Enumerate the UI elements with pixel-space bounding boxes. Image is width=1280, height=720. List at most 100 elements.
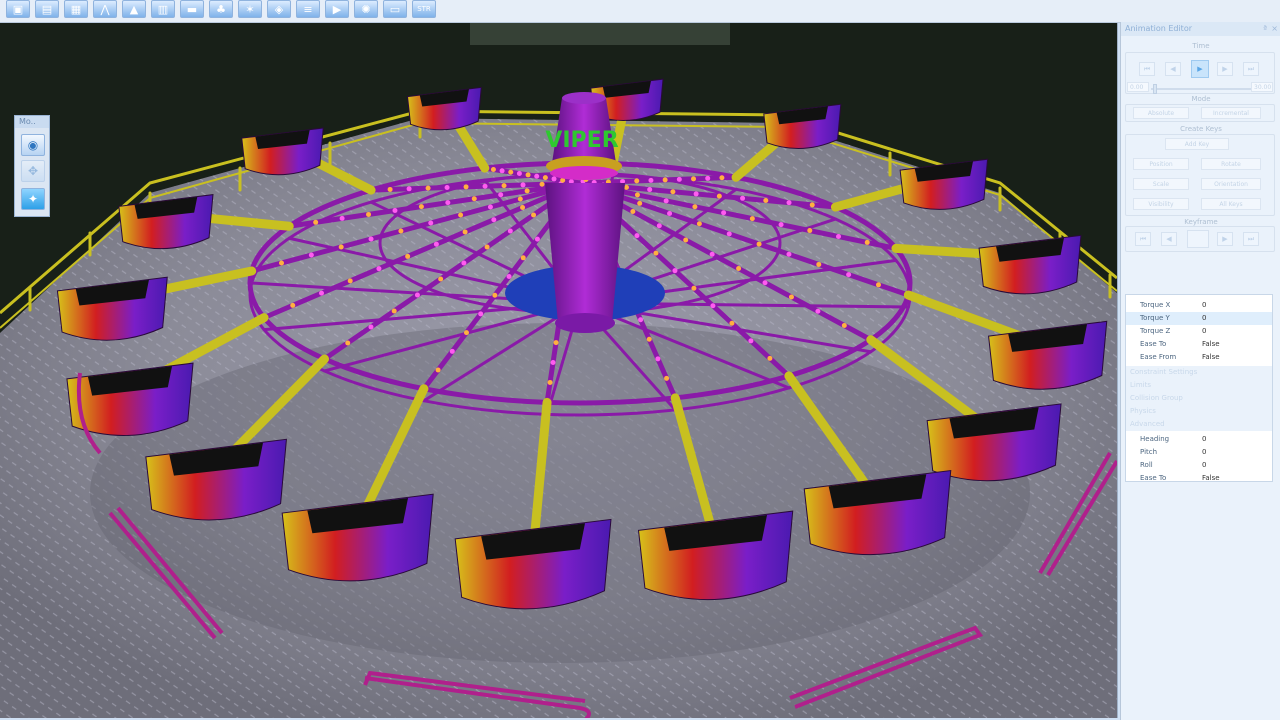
prev-key-icon[interactable]: ◀ xyxy=(1161,232,1177,246)
first-key-icon[interactable]: ⏮ xyxy=(1135,232,1151,246)
tree-icon[interactable]: ♣ xyxy=(209,0,233,18)
spoke-light xyxy=(524,188,530,194)
step-back-icon[interactable]: ◀ xyxy=(1165,62,1181,76)
time-start-field[interactable]: 0.00 xyxy=(1127,82,1149,92)
property-key: Torque Z xyxy=(1140,327,1171,335)
light-icon[interactable]: ✶ xyxy=(238,0,262,18)
key-rotate-button[interactable]: Rotate xyxy=(1201,158,1261,170)
move-icon[interactable]: ✥ xyxy=(21,160,45,182)
spoke-light xyxy=(664,375,670,381)
key-visibility-button[interactable]: Visibility xyxy=(1133,198,1189,210)
spoke-light xyxy=(414,292,420,298)
spoke-light xyxy=(691,285,697,291)
last-key-icon[interactable]: ⏭ xyxy=(1243,232,1259,246)
spoke-light xyxy=(313,219,319,225)
spoke-light xyxy=(778,222,784,228)
spoke-light xyxy=(696,221,702,227)
property-row[interactable]: Pitch 0 xyxy=(1126,446,1272,459)
path-icon[interactable]: ◈ xyxy=(267,0,291,18)
next-key-icon[interactable]: ▶ xyxy=(1217,232,1233,246)
grid-icon[interactable]: ▦ xyxy=(64,0,88,18)
film-icon[interactable]: ▶ xyxy=(325,0,349,18)
property-value[interactable]: False xyxy=(1202,338,1220,351)
spoke-light xyxy=(637,200,643,206)
spoke-light xyxy=(490,166,496,172)
property-row[interactable]: Torque Z 0 xyxy=(1126,325,1272,338)
property-row[interactable]: Heading 0 xyxy=(1126,433,1272,446)
spoke-light xyxy=(692,204,698,210)
spoke-light xyxy=(634,192,640,198)
time-slider-thumb[interactable] xyxy=(1153,84,1157,94)
window-icon[interactable]: ▭ xyxy=(383,0,407,18)
spoke-light xyxy=(501,183,507,189)
vehicle-icon[interactable]: ▬ xyxy=(180,0,204,18)
list-icon[interactable]: ≡ xyxy=(296,0,320,18)
time-end-field[interactable]: 30.00 xyxy=(1251,82,1273,92)
current-key-field[interactable] xyxy=(1187,230,1209,248)
building-icon[interactable]: ▥ xyxy=(151,0,175,18)
select-icon[interactable]: ✦ xyxy=(21,188,45,210)
property-row[interactable]: Roll 0 xyxy=(1126,459,1272,472)
property-value[interactable]: 0 xyxy=(1202,446,1206,459)
spoke-light xyxy=(534,236,540,242)
property-category[interactable]: Limits xyxy=(1126,379,1272,392)
play-icon[interactable]: ▶ xyxy=(1191,60,1209,78)
property-row[interactable]: Ease From False xyxy=(1126,351,1272,364)
key-orientation-button[interactable]: Orientation xyxy=(1201,178,1261,190)
open-icon[interactable]: ▤ xyxy=(35,0,59,18)
property-value[interactable]: 0 xyxy=(1202,312,1206,325)
property-value[interactable]: 0 xyxy=(1202,433,1206,446)
pin-icon[interactable]: ª xyxy=(1263,22,1267,36)
key-all-button[interactable]: All Keys xyxy=(1201,198,1261,210)
property-value[interactable]: False xyxy=(1202,351,1220,364)
spoke-light xyxy=(517,196,523,202)
save-icon[interactable]: ▣ xyxy=(6,0,30,18)
key-scale-button[interactable]: Scale xyxy=(1133,178,1189,190)
mode-absolute-button[interactable]: Absolute xyxy=(1133,107,1189,119)
spoke-light xyxy=(368,236,374,242)
track-icon[interactable]: ⋀ xyxy=(93,0,117,18)
terrain-icon[interactable]: ▲ xyxy=(122,0,146,18)
property-value[interactable]: 0 xyxy=(1202,459,1206,472)
skip-end-icon[interactable]: ⏭ xyxy=(1243,62,1259,76)
spoke-light xyxy=(339,215,345,221)
skip-start-icon[interactable]: ⏮ xyxy=(1139,62,1155,76)
camera-icon[interactable]: ◉ xyxy=(21,134,45,156)
property-category[interactable]: Constraint Settings xyxy=(1126,366,1272,379)
property-row[interactable]: Torque Y 0 xyxy=(1126,312,1272,325)
step-forward-icon[interactable]: ▶ xyxy=(1217,62,1233,76)
property-category[interactable]: Physics xyxy=(1126,405,1272,418)
property-row[interactable]: Ease To False xyxy=(1126,338,1272,351)
spoke-light xyxy=(398,228,404,234)
property-value[interactable]: False xyxy=(1202,472,1220,481)
property-value[interactable]: 0 xyxy=(1202,299,1206,312)
spoke-light xyxy=(676,176,682,182)
time-slider[interactable] xyxy=(1151,84,1251,94)
mode-incremental-button[interactable]: Incremental xyxy=(1201,107,1261,119)
property-value[interactable]: 0 xyxy=(1202,325,1206,338)
property-category[interactable]: Advanced xyxy=(1126,418,1272,431)
spoke-light xyxy=(807,228,813,234)
property-category[interactable]: Collision Group xyxy=(1126,392,1272,405)
key-position-button[interactable]: Position xyxy=(1133,158,1189,170)
spoke-light xyxy=(278,260,284,266)
spoke-light xyxy=(406,186,412,192)
settings-icon[interactable]: ✺ xyxy=(354,0,378,18)
spoke-light xyxy=(463,184,469,190)
time-label: Time xyxy=(1192,42,1210,50)
property-row[interactable]: Ease To False xyxy=(1126,472,1272,481)
close-icon[interactable]: × xyxy=(1271,22,1278,36)
spoke-light xyxy=(506,274,512,280)
spoke-light xyxy=(841,323,847,329)
spoke-light xyxy=(366,211,372,217)
animation-editor-title: Animation Editor ª × xyxy=(1121,22,1280,36)
spoke-light xyxy=(376,266,382,272)
spoke-light xyxy=(458,212,464,218)
ride-sign: VIPER xyxy=(545,128,618,153)
property-row[interactable]: Torque X 0 xyxy=(1126,299,1272,312)
add-key-button[interactable]: Add Key xyxy=(1165,138,1229,150)
spoke-light xyxy=(634,178,640,184)
3d-viewport[interactable]: VIPER Mo.. ◉ ✥ ✦ xyxy=(0,23,1118,718)
spoke-light xyxy=(786,200,792,206)
str-icon[interactable]: STR xyxy=(412,0,436,18)
